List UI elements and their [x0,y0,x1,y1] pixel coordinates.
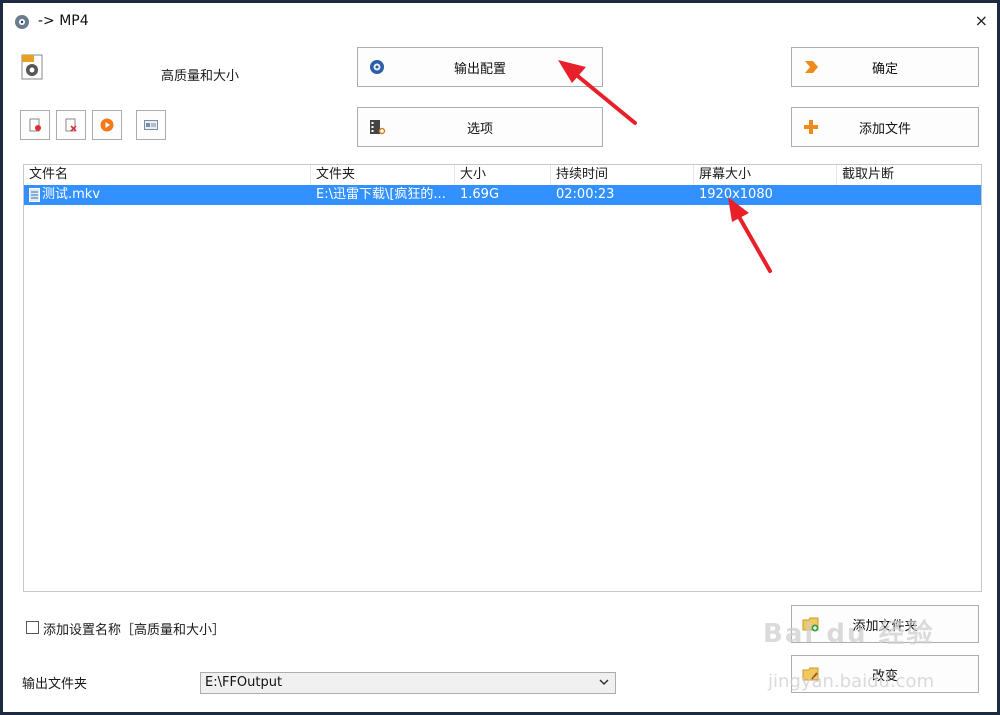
cell-screen-size: 1920x1080 [699,187,773,202]
clear-list-icon [65,118,77,132]
ok-label: 确定 [871,61,898,77]
add-setting-name-label: 添加设置名称［高质量和大小］ [43,623,226,638]
plus-icon [804,120,818,134]
options-button[interactable]: 选项 [357,107,603,147]
column-header-duration[interactable]: 持续时间 [551,165,694,185]
add-setting-name-checkbox[interactable] [26,621,39,634]
mp4-format-icon [21,54,43,80]
remove-file-icon [29,118,41,132]
ok-button[interactable]: 确定 [791,47,979,87]
cell-clip [837,185,981,205]
cell-size: 1.69G [460,187,500,202]
title-bar: -> MP4 × [6,6,1000,36]
media-info-button[interactable] [136,110,166,140]
cell-file-name: 测试.mkv [42,187,101,202]
file-list[interactable]: 文件名 文件夹 大小 持续时间 屏幕大小 截取片断 测试.mkv E:\迅雷下载… [23,164,982,592]
close-button[interactable]: × [975,11,988,30]
window-title: -> MP4 [38,13,89,29]
column-header-folder[interactable]: 文件夹 [311,165,455,185]
column-header-clip[interactable]: 截取片断 [837,165,981,185]
add-folder-button[interactable]: 添加文件夹 [791,605,979,643]
preset-label: 高质量和大小 [161,69,240,84]
output-config-label: 输出配置 [453,61,506,77]
options-label: 选项 [466,121,493,137]
clear-list-button[interactable] [56,110,86,140]
output-folder-value: E:\FFOutput [205,675,283,690]
column-header-screen-size[interactable]: 屏幕大小 [694,165,837,185]
output-folder-label: 输出文件夹 [22,677,88,692]
change-label: 改变 [871,668,898,684]
folder-edit-icon [802,667,819,681]
play-icon [100,118,114,132]
chevron-down-icon [599,679,609,686]
change-button[interactable]: 改变 [791,655,979,693]
add-file-button[interactable]: 添加文件 [791,107,979,147]
output-folder-select[interactable]: E:\FFOutput [200,672,616,694]
main-window: -> MP4 × 高质量和大小 输出配置 确定 选项 添加文件 文件名 文件夹 … [0,0,1000,715]
column-header-name[interactable]: 文件名 [24,165,311,185]
cell-duration: 02:00:23 [556,187,615,202]
remove-file-button[interactable] [20,110,50,140]
gear-icon [370,60,384,74]
cell-folder: E:\迅雷下载\[疯狂的... [316,187,446,202]
arrow-right-icon [805,61,818,73]
column-header-size[interactable]: 大小 [455,165,551,185]
folder-add-icon [802,617,819,632]
output-config-button[interactable]: 输出配置 [357,47,603,87]
add-folder-label: 添加文件夹 [852,618,918,634]
info-card-icon [144,120,158,130]
film-scissors-icon [370,120,386,135]
app-icon [15,15,29,29]
add-file-label: 添加文件 [858,121,911,137]
table-row[interactable]: 测试.mkv E:\迅雷下载\[疯狂的... 1.69G 02:00:23 19… [24,185,981,205]
file-list-header: 文件名 文件夹 大小 持续时间 屏幕大小 截取片断 [24,165,981,186]
play-button[interactable] [92,110,122,140]
